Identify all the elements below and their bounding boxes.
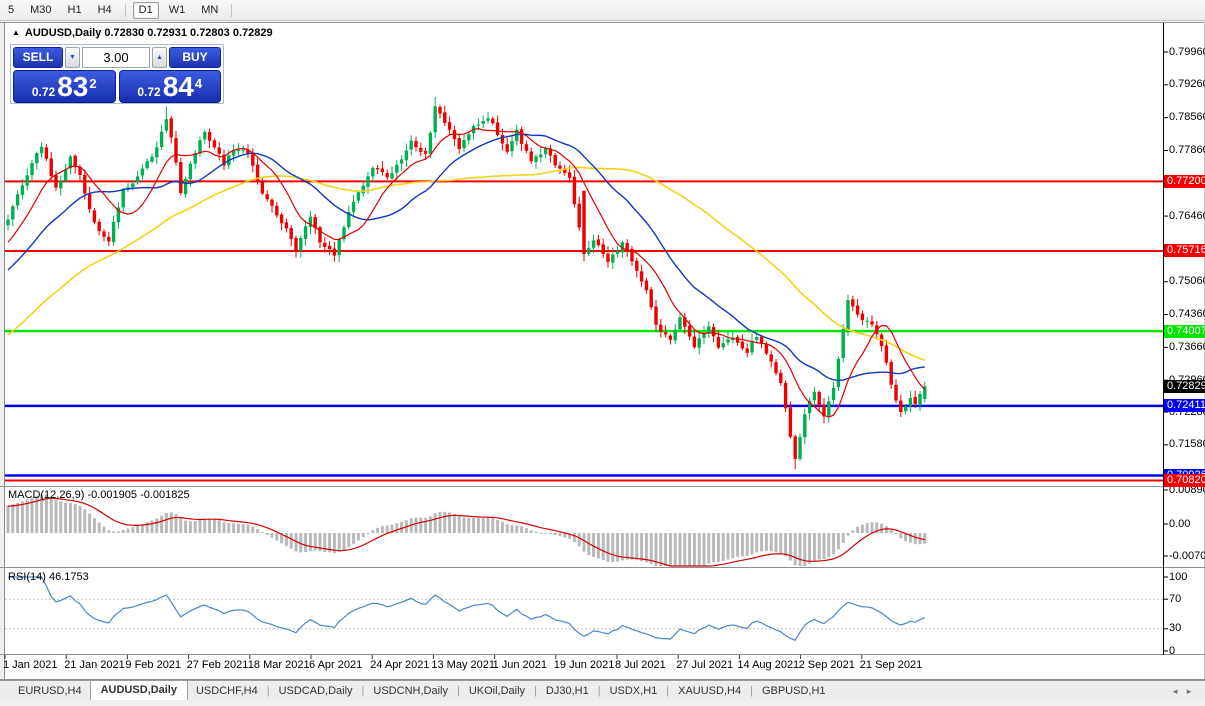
sell-button[interactable]: SELL (13, 47, 63, 68)
date-tick-label: 13 May 2021 (431, 659, 495, 671)
chart-tab-xauusd-h4[interactable]: XAUUSD,H4 (670, 683, 749, 699)
date-tick-label: 6 Apr 2021 (309, 659, 362, 671)
tab-separator: | (534, 685, 537, 697)
chart-tab-ukoil-daily[interactable]: UKOil,Daily (461, 683, 533, 699)
date-tick-label: 27 Jul 2021 (676, 659, 733, 671)
tab-separator: | (666, 685, 669, 697)
date-tick-label: 8 Jul 2021 (615, 659, 666, 671)
date-tick-label: 1 Jun 2021 (493, 659, 547, 671)
sell-price-pips: 83 (57, 74, 88, 100)
chart-tab-dj30-h1[interactable]: DJ30,H1 (538, 683, 597, 699)
rsi-axis-label: 0 (1169, 645, 1175, 658)
price-level-label: 0.75716 (1164, 244, 1205, 257)
price-tick-label: 0.73660 (1169, 341, 1205, 354)
rsi-axis-label: 100 (1169, 571, 1187, 584)
trading-terminal-window: { "toolbar":{"timeframes":["5","M30","H1… (0, 0, 1205, 706)
price-tick-label: 0.71580 (1169, 438, 1205, 451)
macd-axis-label: -0.00701 (1169, 550, 1205, 563)
price-tick-label: 0.74360 (1169, 308, 1205, 321)
price-level-label: 0.70820 (1164, 474, 1205, 487)
chart-tab-eurusd-h4[interactable]: EURUSD,H4 (10, 683, 90, 699)
volume-increase-button[interactable]: ▲ (152, 47, 167, 68)
price-level-label: 0.77200 (1164, 175, 1205, 188)
chart-tab-usdcnh-daily[interactable]: USDCNH,Daily (365, 683, 456, 699)
price-tick-label: 0.78560 (1169, 111, 1205, 124)
date-tick-label: 21 Sep 2021 (860, 659, 922, 671)
chart-tab-usdx-h1[interactable]: USDX,H1 (602, 683, 666, 699)
macd-indicator-label: MACD(12,26,9) -0.001905 -0.001825 (8, 489, 190, 501)
buy-price-base: 0.72 (137, 84, 160, 100)
buy-price-pips: 84 (163, 74, 194, 100)
one-click-trading-panel: SELL ▼ 3.00 ▲ BUY 0.72832 0.72844 (10, 44, 224, 104)
volume-input[interactable]: 3.00 (82, 47, 150, 68)
buy-price-display[interactable]: 0.72844 (119, 70, 222, 103)
chart-tab-gbpusd-h1[interactable]: GBPUSD,H1 (754, 683, 834, 699)
current-price-label: 0.72829 (1164, 380, 1205, 393)
sell-price-display[interactable]: 0.72832 (13, 70, 116, 103)
buy-button[interactable]: BUY (169, 47, 221, 68)
date-tick-label: 2 Sep 2021 (799, 659, 855, 671)
tab-separator: | (362, 685, 365, 697)
symbol-ohlc-info: ▲ AUDUSD,Daily 0.72830 0.72931 0.72803 0.… (12, 27, 273, 39)
tab-separator: | (457, 685, 460, 697)
price-tick-label: 0.76460 (1169, 210, 1205, 223)
rsi-indicator-label: RSI(14) 46.1753 (8, 571, 89, 583)
date-tick-label: 18 Mar 2021 (248, 659, 310, 671)
date-tick-label: 19 Jun 2021 (554, 659, 615, 671)
price-tick-label: 0.79960 (1169, 46, 1205, 59)
chart-tab-usdchf-h4[interactable]: USDCHF,H4 (188, 683, 266, 699)
date-tick-label: 27 Feb 2021 (187, 659, 249, 671)
chart-tab-usdcad-daily[interactable]: USDCAD,Daily (271, 683, 361, 699)
symbol-ohlc-text: AUDUSD,Daily 0.72830 0.72931 0.72803 0.7… (25, 27, 273, 39)
price-level-label: 0.72411 (1164, 399, 1205, 412)
date-tick-label: 24 Apr 2021 (370, 659, 429, 671)
price-tick-label: 0.77860 (1169, 144, 1205, 157)
collapse-panel-icon[interactable]: ▲ (12, 28, 20, 37)
date-tick-label: 21 Jan 2021 (64, 659, 125, 671)
tab-separator: | (267, 685, 270, 697)
chart-tab-audusd-daily[interactable]: AUDUSD,Daily (90, 680, 188, 700)
price-tick-label: 0.75060 (1169, 275, 1205, 288)
rsi-axis-label: 70 (1169, 593, 1181, 606)
price-level-label: 0.74007 (1164, 325, 1205, 338)
rsi-axis-label: 30 (1169, 622, 1181, 635)
sell-price-base: 0.72 (32, 84, 55, 100)
date-tick-label: 14 Aug 2021 (737, 659, 799, 671)
volume-decrease-button[interactable]: ▼ (65, 47, 80, 68)
macd-axis-label: 0.00 (1169, 518, 1190, 531)
date-tick-label: 9 Feb 2021 (125, 659, 181, 671)
sell-price-point: 2 (89, 76, 96, 91)
tab-separator: | (750, 685, 753, 697)
date-tick-label: 1 Jan 2021 (3, 659, 57, 671)
price-tick-label: 0.79260 (1169, 78, 1205, 91)
tab-scroll-arrows-icon[interactable]: ◄► (1171, 687, 1199, 696)
tab-separator: | (598, 685, 601, 697)
chart-canvas[interactable] (0, 0, 1205, 706)
chart-tab-bar: EURUSD,H4AUDUSD,DailyUSDCHF,H4|USDCAD,Da… (0, 680, 1205, 701)
buy-price-point: 4 (195, 76, 202, 91)
